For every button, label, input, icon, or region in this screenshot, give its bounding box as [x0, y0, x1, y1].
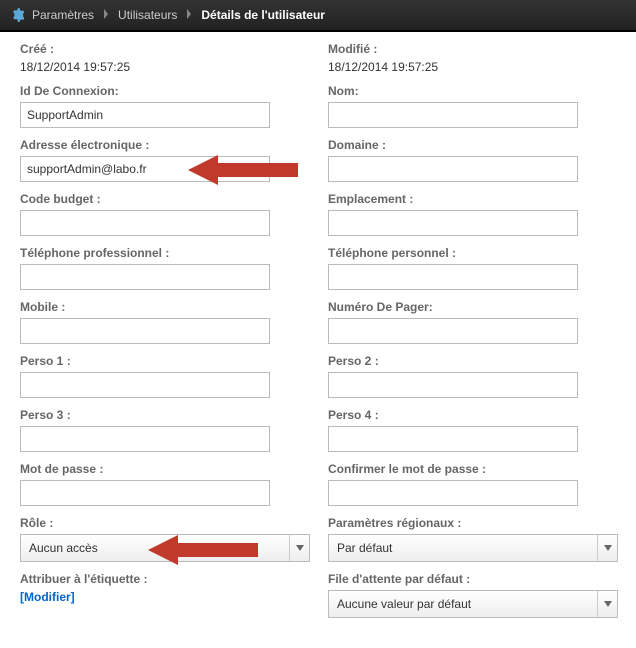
chevron-down-icon: [289, 535, 309, 561]
default-queue-select[interactable]: Aucune valeur par défaut: [328, 590, 618, 618]
modified-value: 18/12/2014 19:57:25: [328, 60, 438, 74]
login-id-input[interactable]: [20, 102, 270, 128]
login-id-label: Id De Connexion:: [20, 84, 298, 98]
chevron-right-icon: [183, 8, 195, 22]
pager-label: Numéro De Pager:: [328, 300, 616, 314]
chevron-right-icon: [100, 8, 112, 22]
budget-label: Code budget :: [20, 192, 298, 206]
personal-phone-label: Téléphone personnel :: [328, 246, 616, 260]
email-label: Adresse électronique :: [20, 138, 298, 152]
confirm-password-label: Confirmer le mot de passe :: [328, 462, 616, 476]
chevron-down-icon: [597, 535, 617, 561]
chevron-down-icon: [597, 591, 617, 617]
modified-label: Modifié :: [328, 42, 616, 56]
domain-input[interactable]: [328, 156, 578, 182]
breadcrumb-users[interactable]: Utilisateurs: [112, 8, 183, 22]
perso4-label: Perso 4 :: [328, 408, 616, 422]
perso4-input[interactable]: [328, 426, 578, 452]
perso2-label: Perso 2 :: [328, 354, 616, 368]
email-input[interactable]: [20, 156, 270, 182]
budget-input[interactable]: [20, 210, 270, 236]
name-input[interactable]: [328, 102, 578, 128]
name-label: Nom:: [328, 84, 616, 98]
regional-label: Paramètres régionaux :: [328, 516, 616, 530]
regional-select[interactable]: Par défaut: [328, 534, 618, 562]
work-phone-input[interactable]: [20, 264, 270, 290]
location-input[interactable]: [328, 210, 578, 236]
default-queue-label: File d'attente par défaut :: [328, 572, 616, 586]
mobile-label: Mobile :: [20, 300, 298, 314]
regional-select-value: Par défaut: [337, 541, 392, 555]
perso1-label: Perso 1 :: [20, 354, 298, 368]
assign-tag-label: Attribuer à l'étiquette :: [20, 572, 298, 586]
location-label: Emplacement :: [328, 192, 616, 206]
perso1-input[interactable]: [20, 372, 270, 398]
password-input[interactable]: [20, 480, 270, 506]
created-value: 18/12/2014 19:57:25: [20, 60, 130, 74]
role-select[interactable]: Aucun accès: [20, 534, 310, 562]
perso3-label: Perso 3 :: [20, 408, 298, 422]
breadcrumb-details: Détails de l'utilisateur: [195, 8, 331, 22]
form-content: Créé : 18/12/2014 19:57:25 Modifié : 18/…: [0, 32, 636, 648]
confirm-password-input[interactable]: [328, 480, 578, 506]
default-queue-select-value: Aucune valeur par défaut: [337, 597, 471, 611]
role-select-value: Aucun accès: [29, 541, 98, 555]
password-label: Mot de passe :: [20, 462, 298, 476]
role-label: Rôle :: [20, 516, 298, 530]
created-label: Créé :: [20, 42, 298, 56]
perso3-input[interactable]: [20, 426, 270, 452]
personal-phone-input[interactable]: [328, 264, 578, 290]
modify-tag-link[interactable]: [Modifier]: [20, 590, 75, 604]
perso2-input[interactable]: [328, 372, 578, 398]
gear-icon: [10, 8, 24, 22]
mobile-input[interactable]: [20, 318, 270, 344]
pager-input[interactable]: [328, 318, 578, 344]
work-phone-label: Téléphone professionnel :: [20, 246, 298, 260]
breadcrumb: Paramètres Utilisateurs Détails de l'uti…: [0, 0, 636, 32]
domain-label: Domaine :: [328, 138, 616, 152]
breadcrumb-settings[interactable]: Paramètres: [26, 8, 100, 22]
